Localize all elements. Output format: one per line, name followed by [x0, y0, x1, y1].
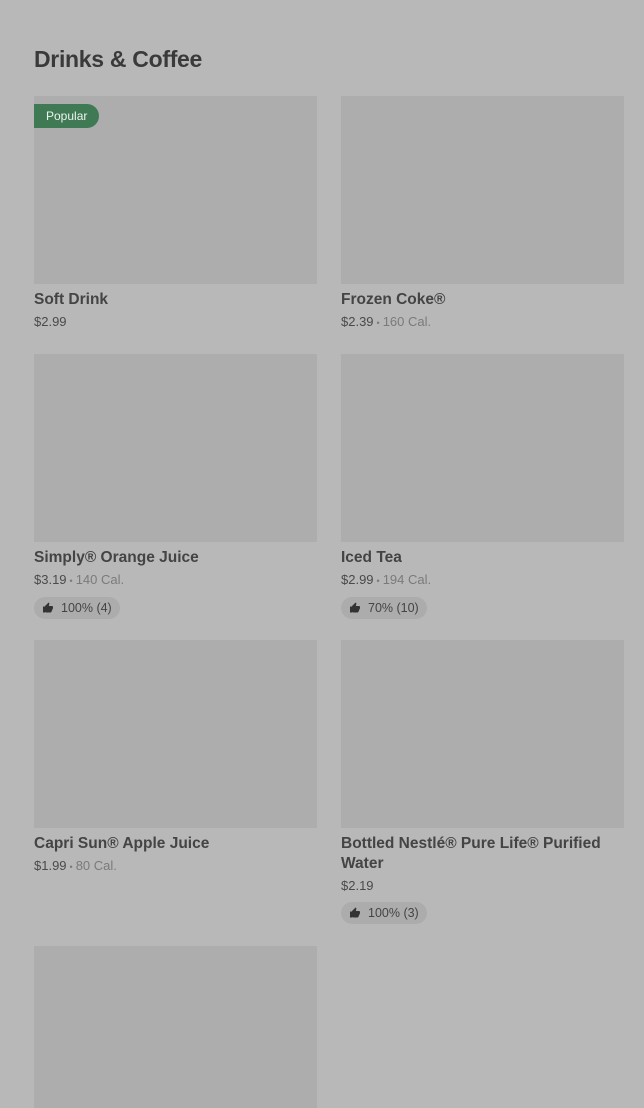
thumbs-up-icon	[43, 602, 53, 613]
menu-item-card[interactable]	[34, 946, 317, 1108]
rating-text: 70% (10)	[368, 600, 419, 615]
separator-dot: •	[69, 575, 73, 586]
popular-badge: Popular	[34, 104, 100, 128]
item-name: Frozen Coke®	[341, 291, 446, 308]
separator-dot: •	[69, 861, 73, 872]
item-price: $2.19	[341, 878, 374, 893]
item-name: Bottled Nestlé® Pure Life® Purified Wate…	[341, 835, 601, 872]
item-image[interactable]	[34, 640, 317, 828]
item-calories: 194 Cal.	[382, 572, 432, 587]
item-calories: 160 Cal.	[382, 314, 432, 329]
menu-item-card[interactable]: Iced Tea $2.99 • 194 Cal. 70% (10)	[341, 354, 624, 619]
item-calories: 140 Cal.	[75, 572, 125, 587]
menu-item-card[interactable]: Bottled Nestlé® Pure Life® Purified Wate…	[341, 640, 624, 924]
thumbs-up-icon	[350, 602, 360, 613]
item-name: Capri Sun® Apple Juice	[34, 835, 210, 852]
item-meta: $2.19	[341, 878, 624, 894]
item-name: Iced Tea	[341, 549, 402, 566]
item-price: $2.39	[341, 314, 374, 329]
rating-pill: 100% (4)	[34, 596, 120, 619]
menu-item-card[interactable]: Popular Soft Drink $2.99	[34, 96, 317, 330]
item-price: $3.19	[34, 572, 67, 587]
item-name: Simply® Orange Juice	[34, 549, 199, 566]
item-image[interactable]	[34, 354, 317, 542]
item-image[interactable]	[341, 354, 624, 542]
item-meta: $1.99 • 80 Cal.	[34, 858, 317, 875]
item-meta: $3.19 • 140 Cal.	[34, 572, 317, 589]
separator-dot: •	[376, 317, 380, 328]
item-price: $2.99	[34, 314, 67, 329]
rating-text: 100% (4)	[61, 600, 112, 615]
separator-dot: •	[376, 575, 380, 586]
item-price: $1.99	[34, 858, 67, 873]
rating-pill: 70% (10)	[341, 596, 427, 619]
item-meta: $2.99 • 194 Cal.	[341, 572, 624, 589]
thumbs-up-icon	[350, 907, 360, 918]
item-calories: 80 Cal.	[75, 858, 117, 873]
section-title: Drinks & Coffee	[34, 46, 203, 72]
item-image[interactable]	[341, 640, 624, 828]
menu-item-card[interactable]: Frozen Coke® $2.39 • 160 Cal.	[341, 96, 624, 331]
item-image[interactable]	[34, 946, 317, 1108]
rating-text: 100% (3)	[368, 906, 419, 920]
item-meta: $2.39 • 160 Cal.	[341, 314, 624, 331]
item-name: Soft Drink	[34, 291, 109, 308]
item-image[interactable]: Popular	[34, 96, 317, 284]
item-meta: $2.99	[34, 314, 317, 330]
menu-item-card[interactable]: Capri Sun® Apple Juice $1.99 • 80 Cal.	[34, 640, 317, 875]
item-image[interactable]	[341, 96, 624, 284]
item-price: $2.99	[341, 572, 374, 587]
rating-pill: 100% (3)	[341, 902, 427, 924]
menu-item-card[interactable]: Simply® Orange Juice $3.19 • 140 Cal. 100%…	[34, 354, 317, 619]
